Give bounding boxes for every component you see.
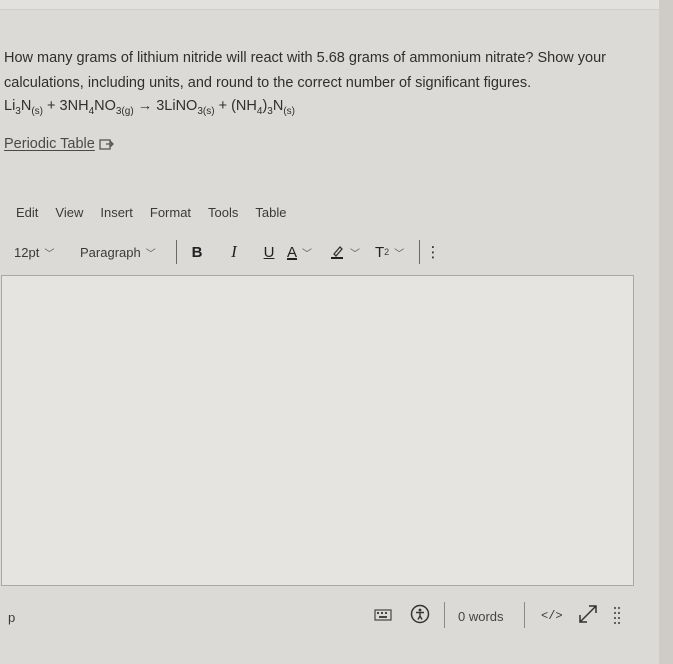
more-icon: ⋮ xyxy=(425,244,441,261)
menu-tools[interactable]: Tools xyxy=(208,205,238,220)
superscript-button[interactable]: T2 ﹀ xyxy=(375,244,419,261)
text-color-button[interactable]: A ﹀ xyxy=(287,244,329,261)
menu-table[interactable]: Table xyxy=(255,205,286,220)
menu-format[interactable]: Format xyxy=(150,205,191,220)
statusbar-separator xyxy=(444,602,445,628)
periodic-table-label: Periodic Table xyxy=(4,136,95,152)
accessibility-icon[interactable] xyxy=(410,604,430,627)
resize-handle-icon[interactable] xyxy=(612,604,622,629)
editor-statusbar: p 0 words </> xyxy=(0,594,640,638)
menu-edit[interactable]: Edit xyxy=(16,205,38,220)
right-scroll-edge xyxy=(659,0,673,664)
chevron-down-icon: ﹀ xyxy=(44,248,55,260)
block-format-value: Paragraph xyxy=(80,244,141,260)
editor-toolbar: 12pt ﹀ Paragraph ﹀ B I U A ﹀ ﹀ T2 ﹀ ⋮ xyxy=(14,238,514,266)
more-options-button[interactable]: ⋮ xyxy=(420,243,446,261)
external-link-icon xyxy=(99,137,115,151)
italic-button[interactable]: I xyxy=(217,242,251,262)
font-size-select[interactable]: 12pt ﹀ xyxy=(14,245,80,260)
chemical-equation: Li3N(s) + 3NH4NO3(g) → 3LiNO3(s) + (NH4)… xyxy=(4,98,295,117)
chevron-down-icon: ﹀ xyxy=(350,248,360,260)
element-path[interactable]: p xyxy=(8,610,15,625)
menu-insert[interactable]: Insert xyxy=(100,205,133,220)
highlight-color-button[interactable]: ﹀ xyxy=(329,243,375,262)
fullscreen-icon[interactable] xyxy=(576,602,600,629)
chevron-down-icon: ﹀ xyxy=(302,248,313,260)
underline-button[interactable]: U xyxy=(251,244,287,261)
html-toggle-button[interactable]: </> xyxy=(541,609,563,623)
word-count[interactable]: 0 words xyxy=(458,609,504,624)
keyboard-icon[interactable] xyxy=(374,608,392,625)
top-edge xyxy=(0,0,673,10)
font-size-value: 12pt xyxy=(14,244,40,260)
statusbar-separator xyxy=(524,602,525,628)
periodic-table-link[interactable]: Periodic Table xyxy=(4,136,115,152)
bold-button[interactable]: B xyxy=(177,244,217,261)
menu-view[interactable]: View xyxy=(55,205,83,220)
chevron-down-icon: ﹀ xyxy=(394,248,405,260)
text-color-icon: A xyxy=(287,243,298,261)
rich-text-editor[interactable] xyxy=(1,275,634,586)
block-format-select[interactable]: Paragraph ﹀ xyxy=(80,245,176,260)
editor-menubar: Edit View Insert Format Tools Table xyxy=(16,205,303,220)
highlight-pen-icon xyxy=(329,243,345,262)
chevron-down-icon: ﹀ xyxy=(145,248,156,260)
question-text: How many grams of lithium nitride will r… xyxy=(4,50,606,91)
